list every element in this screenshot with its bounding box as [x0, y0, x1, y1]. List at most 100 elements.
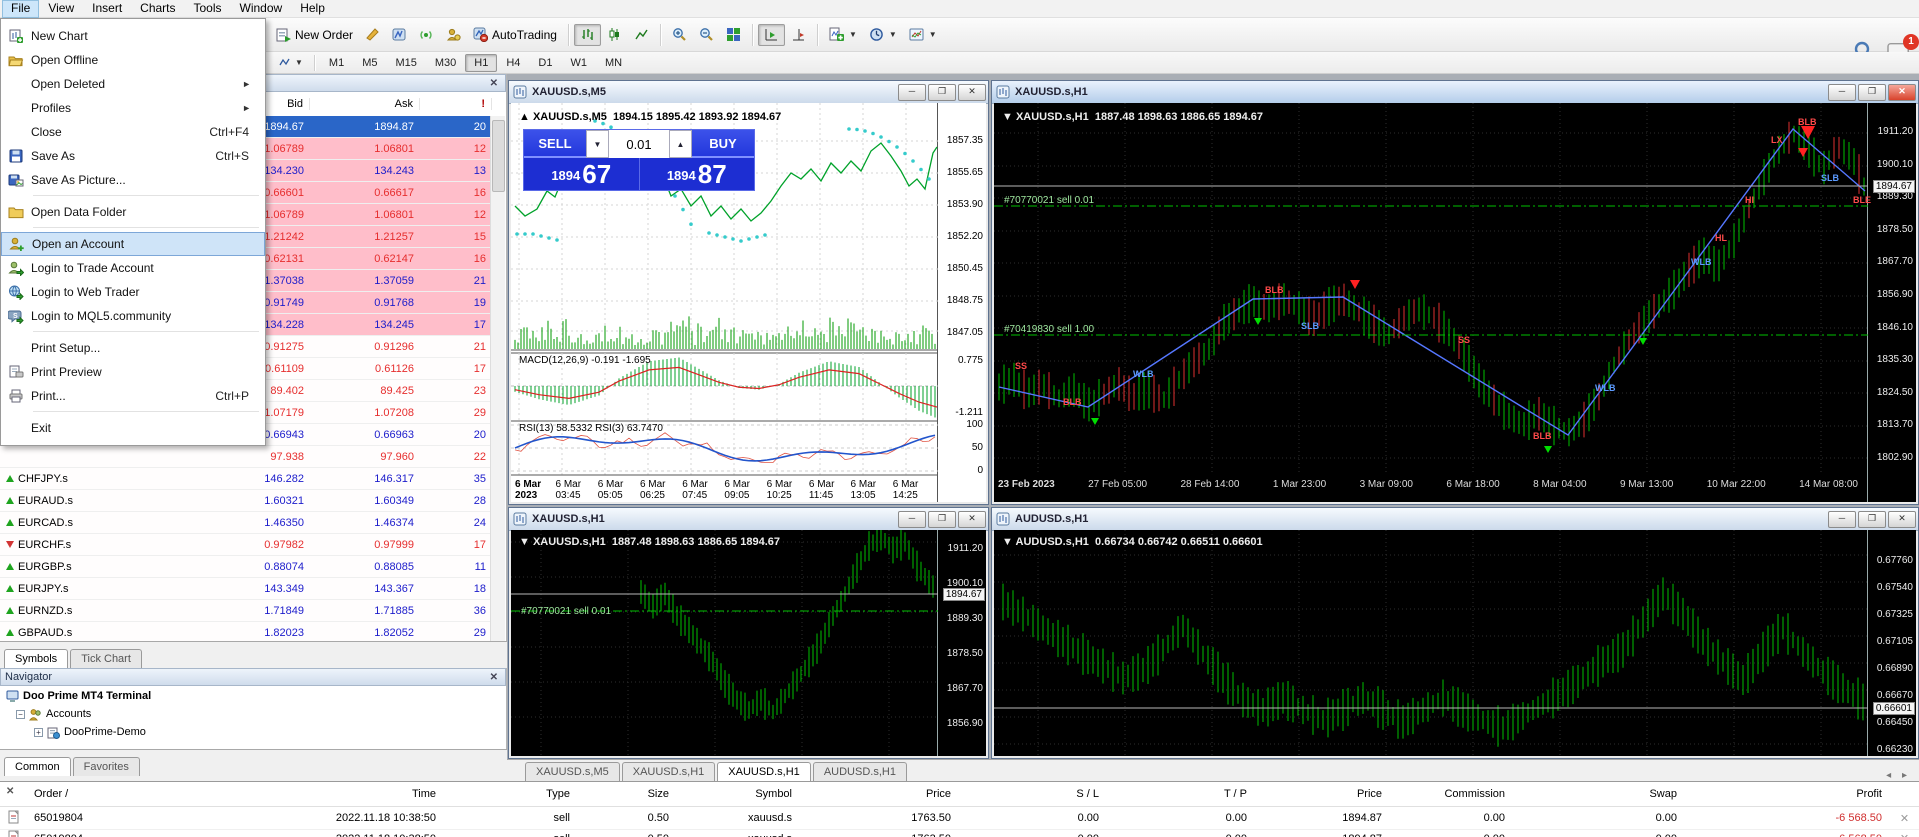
menu-tools[interactable]: Tools: [185, 0, 231, 18]
menu-insert[interactable]: Insert: [83, 0, 131, 18]
timeframes-dropdown-button[interactable]: ▼: [272, 54, 309, 72]
auto-scroll-button[interactable]: [758, 24, 785, 46]
chart-tab-xauusd-s-h1[interactable]: XAUUSD.s,H1: [717, 762, 811, 781]
expand-icon[interactable]: +: [34, 728, 43, 737]
terminal-column-swap[interactable]: Swap: [1513, 788, 1685, 800]
time-scale-h1[interactable]: 23 Feb 202327 Feb 05:0028 Feb 14:001 Mar…: [998, 479, 1858, 490]
tree-item-terminal[interactable]: Doo Prime MT4 Terminal: [0, 687, 505, 705]
scrollbar-thumb[interactable]: [492, 120, 505, 192]
zoom-out-button[interactable]: [693, 24, 720, 46]
market-watch-row[interactable]: EURAUD.s1.603211.6034928: [0, 490, 492, 512]
terminal-column-commission[interactable]: Commission: [1390, 788, 1513, 800]
window-titlebar[interactable]: XAUUSD.s,H1 ─ ❐ ✕: [992, 81, 1918, 104]
metaeditor-button[interactable]: [386, 24, 413, 46]
buy-button[interactable]: BUY: [692, 130, 754, 158]
terminal-column-type[interactable]: Type: [444, 788, 578, 800]
chart-area-m5[interactable]: ▲ XAUUSD.s,M5 1894.15 1895.42 1893.92 18…: [511, 103, 986, 502]
market-watch-row[interactable]: GBPAUD.s1.820231.8205229: [0, 622, 492, 641]
menu-item-login-to-mql5-community[interactable]: SLogin to MQL5.community: [1, 304, 265, 328]
market-watch-row[interactable]: EURJPY.s143.349143.36718: [0, 578, 492, 600]
minimize-icon[interactable]: ─: [1828, 511, 1856, 528]
timeframe-m5[interactable]: M5: [353, 54, 386, 72]
chart-tab-xauusd-s-h1[interactable]: XAUUSD.s,H1: [622, 762, 716, 781]
menu-charts[interactable]: Charts: [131, 0, 184, 18]
signals-button[interactable]: [413, 24, 440, 46]
menu-help[interactable]: Help: [291, 0, 334, 18]
window-titlebar[interactable]: XAUUSD.s,H1 ─ ❐ ✕: [509, 508, 988, 531]
tile-windows-button[interactable]: [720, 24, 747, 46]
terminal-column-t-p[interactable]: T / P: [1107, 788, 1255, 800]
zoom-in-button[interactable]: [666, 24, 693, 46]
menu-item-profiles[interactable]: Profiles►: [1, 96, 265, 120]
tree-item-accounts[interactable]: − Accounts: [0, 705, 505, 723]
menu-item-open-an-account[interactable]: Open an Account: [1, 232, 265, 256]
periods-button[interactable]: ▼: [863, 24, 903, 46]
menu-item-print-preview[interactable]: Print Preview: [1, 360, 265, 384]
collapse-icon[interactable]: −: [16, 710, 25, 719]
order-row-partial[interactable]: 650198042022.11.18 10:38:50sell0.50xauus…: [0, 830, 1919, 837]
chart-tab-xauusd-s-m5[interactable]: XAUUSD.s,M5: [525, 762, 620, 781]
tab-tick-chart[interactable]: Tick Chart: [70, 649, 142, 668]
timeframe-m1[interactable]: M1: [320, 54, 353, 72]
close-order-icon[interactable]: ✕: [1890, 812, 1919, 825]
market-watch-row[interactable]: 97.93897.96022: [0, 446, 492, 468]
tree-item-account-demo[interactable]: + DooPrime-Demo: [0, 723, 505, 741]
buy-price[interactable]: 189487: [640, 158, 755, 190]
chart-tab-audusd-s-h1[interactable]: AUDUSD.s,H1: [813, 762, 907, 781]
tab-favorites[interactable]: Favorites: [73, 757, 140, 776]
market-watch-row[interactable]: EURCHF.s0.979820.9799917: [0, 534, 492, 556]
timeframe-h4[interactable]: H4: [497, 54, 529, 72]
menu-item-print[interactable]: Print...Ctrl+P: [1, 384, 265, 408]
menu-item-open-offline[interactable]: Open Offline: [1, 48, 265, 72]
close-icon[interactable]: ✕: [958, 511, 986, 528]
terminal-close-icon[interactable]: ✕: [6, 786, 14, 797]
menu-item-login-to-trade-account[interactable]: Login to Trade Account: [1, 256, 265, 280]
chart-window-xauusd-m5[interactable]: XAUUSD.s,M5 ─ ❐ ✕ ▲ XAUUSD.s,M5 1894.15 …: [508, 80, 989, 505]
timeframe-d1[interactable]: D1: [529, 54, 561, 72]
market-watch-close-icon[interactable]: ✕: [487, 78, 501, 89]
timeframe-m15[interactable]: M15: [386, 54, 425, 72]
lot-size-field[interactable]: 0.01: [609, 130, 669, 158]
restore-icon[interactable]: ❐: [928, 84, 956, 101]
window-titlebar[interactable]: AUDUSD.s,H1 ─ ❐ ✕: [992, 508, 1918, 531]
tab-symbols[interactable]: Symbols: [4, 649, 68, 668]
chart-window-audusd-h1[interactable]: AUDUSD.s,H1 ─ ❐ ✕ ▼ AUDUSD.s,H1 0.66734 …: [991, 507, 1919, 759]
terminal-column-order[interactable]: Order /: [26, 788, 114, 800]
market-watch-row[interactable]: EURNZD.s1.718491.7188536: [0, 600, 492, 622]
menu-item-login-to-web-trader[interactable]: Login to Web Trader: [1, 280, 265, 304]
close-icon[interactable]: ✕: [958, 84, 986, 101]
close-icon[interactable]: ✕: [1888, 84, 1916, 101]
menu-window[interactable]: Window: [231, 0, 292, 18]
timeframe-h1[interactable]: H1: [465, 54, 497, 72]
tab-common[interactable]: Common: [4, 757, 71, 776]
chart-shift-button[interactable]: [785, 24, 812, 46]
candlestick-mode-button[interactable]: [601, 24, 628, 46]
menu-item-open-deleted[interactable]: Open Deleted►: [1, 72, 265, 96]
tab-scroll-arrows[interactable]: ◂ ▸: [1886, 770, 1915, 781]
terminal-column-size[interactable]: Size: [578, 788, 677, 800]
minimize-icon[interactable]: ─: [898, 511, 926, 528]
menu-item-save-as-picture[interactable]: Save As Picture...: [1, 168, 265, 192]
market-watch-row[interactable]: EURGBP.s0.880740.8808511: [0, 556, 492, 578]
column-spread[interactable]: !: [420, 98, 492, 110]
menu-item-save-as[interactable]: Save AsCtrl+S: [1, 144, 265, 168]
timeframe-w1[interactable]: W1: [561, 54, 596, 72]
order-row[interactable]: 650198042022.11.18 10:38:50sell0.50xauus…: [0, 807, 1919, 830]
lot-increase-button[interactable]: ▲: [669, 130, 692, 158]
terminal-column-price[interactable]: Price: [1255, 788, 1390, 800]
restore-icon[interactable]: ❐: [1858, 84, 1886, 101]
timeframe-mn[interactable]: MN: [596, 54, 631, 72]
menu-item-close[interactable]: CloseCtrl+F4: [1, 120, 265, 144]
terminal-column-price[interactable]: Price: [800, 788, 959, 800]
menu-item-new-chart[interactable]: New Chart: [1, 24, 265, 48]
bar-chart-mode-button[interactable]: [574, 24, 601, 46]
terminal-column-time[interactable]: Time: [114, 788, 444, 800]
chart-window-xauusd-h1[interactable]: XAUUSD.s,H1 ─ ❐ ✕ SSBLBWLBBLBSLBSSBLBWLB…: [991, 80, 1919, 505]
lot-decrease-button[interactable]: ▼: [586, 130, 609, 158]
menu-item-open-data-folder[interactable]: Open Data Folder: [1, 200, 265, 224]
chart-area-h1-small[interactable]: ▼ XAUUSD.s,H1 1887.48 1898.63 1886.65 18…: [511, 530, 986, 756]
market-watch-row[interactable]: EURCAD.s1.463501.4637424: [0, 512, 492, 534]
minimize-icon[interactable]: ─: [1828, 84, 1856, 101]
history-center-button[interactable]: [359, 24, 386, 46]
market-watch-row[interactable]: CHFJPY.s146.282146.31735: [0, 468, 492, 490]
